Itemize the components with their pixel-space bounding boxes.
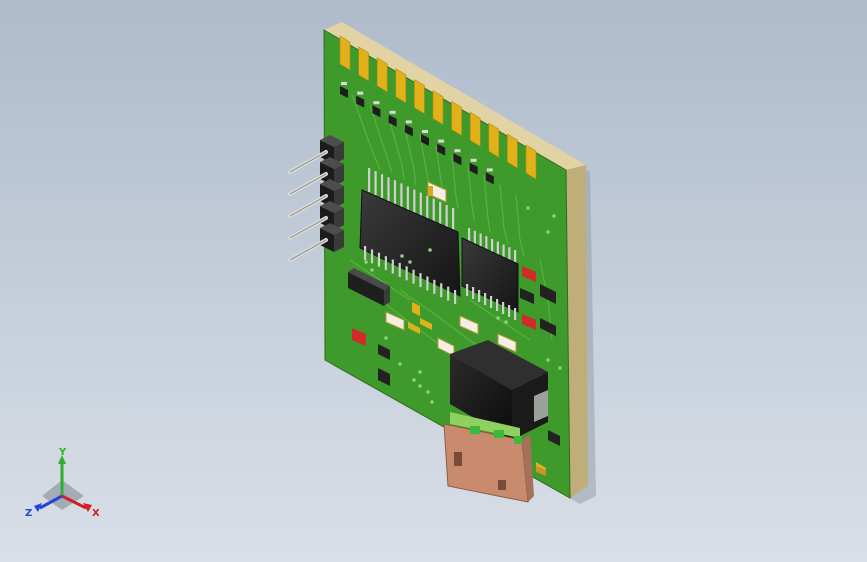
ic-pin [472, 287, 475, 299]
ic-pin [380, 174, 384, 199]
via [558, 366, 562, 370]
via [384, 336, 388, 340]
ic-pin [466, 284, 469, 296]
ic-pin [387, 177, 390, 202]
ic-pin [447, 286, 450, 301]
smd-pad [357, 91, 364, 95]
ic-pin [496, 299, 499, 311]
smd-pad [438, 139, 445, 143]
ic-pin [368, 168, 371, 192]
gold-finger [376, 57, 388, 93]
ic-pin [439, 201, 442, 226]
ic-pin [433, 279, 436, 294]
pin-header [288, 135, 344, 262]
gold-finger [432, 89, 444, 126]
ic-pin [508, 305, 511, 317]
via [418, 384, 422, 388]
via [364, 260, 368, 264]
ic-pin [484, 293, 487, 305]
ic-pin [405, 266, 408, 281]
smd-pad [405, 120, 412, 124]
ic-pin [413, 189, 416, 214]
ic-pin [393, 180, 397, 205]
gold-finger [488, 122, 500, 158]
ic-pin [490, 296, 493, 308]
via [546, 358, 550, 362]
gold-finger [414, 79, 425, 115]
via [400, 254, 404, 258]
ic-pin [426, 276, 429, 291]
ic-pin [384, 256, 387, 271]
gold-finger [395, 68, 407, 104]
pcb-3d-model[interactable] [0, 0, 867, 562]
ic-pin [406, 186, 409, 211]
smd-pad [486, 168, 493, 172]
ic-pin [445, 204, 448, 229]
via [552, 214, 556, 218]
x-axis-label: X [92, 508, 100, 519]
gold-finger [451, 100, 462, 136]
smd-pad [470, 158, 477, 162]
view-orientation-triad[interactable]: Y X Z [22, 446, 112, 526]
via [430, 400, 434, 404]
ic-pin [412, 269, 415, 284]
ic-pin [370, 249, 374, 264]
via [398, 362, 402, 366]
3d-viewport[interactable]: Y X Z [0, 0, 867, 562]
ic-pin [374, 171, 377, 196]
ic-pin [398, 262, 401, 277]
smd-pad [422, 130, 428, 133]
y-axis-label: Y [58, 447, 67, 458]
smd-pad [373, 101, 380, 105]
ic-pin [514, 308, 517, 320]
smd-pad [389, 110, 396, 114]
ic-pin [452, 208, 455, 232]
via [418, 370, 422, 374]
ic-pin [391, 259, 394, 274]
ic-pin [426, 195, 429, 220]
ic-pin [400, 183, 403, 208]
ic-pin [419, 273, 422, 288]
via [496, 316, 500, 320]
via [428, 248, 432, 252]
gold-finger [339, 35, 351, 71]
gold-finger [469, 111, 481, 147]
via [412, 378, 416, 382]
ic-pin [478, 290, 481, 302]
via [408, 260, 412, 264]
gold-finger [525, 144, 537, 180]
header-pin-shade [289, 239, 327, 261]
smd-pad [454, 149, 461, 153]
ic-pin [377, 252, 381, 267]
ic-pin [419, 192, 422, 217]
ic-pin [364, 246, 367, 260]
via [426, 390, 430, 394]
ic-pin [454, 290, 457, 304]
via [370, 268, 374, 272]
ic-pin [440, 283, 443, 298]
ic-pin [502, 302, 505, 314]
ic-pin [432, 198, 435, 223]
gold-finger [358, 46, 369, 82]
z-axis-label: Z [25, 508, 32, 519]
gold-finger [507, 133, 518, 169]
via [504, 320, 508, 324]
via [526, 206, 530, 210]
smd-pad [341, 82, 347, 85]
via [546, 230, 550, 234]
